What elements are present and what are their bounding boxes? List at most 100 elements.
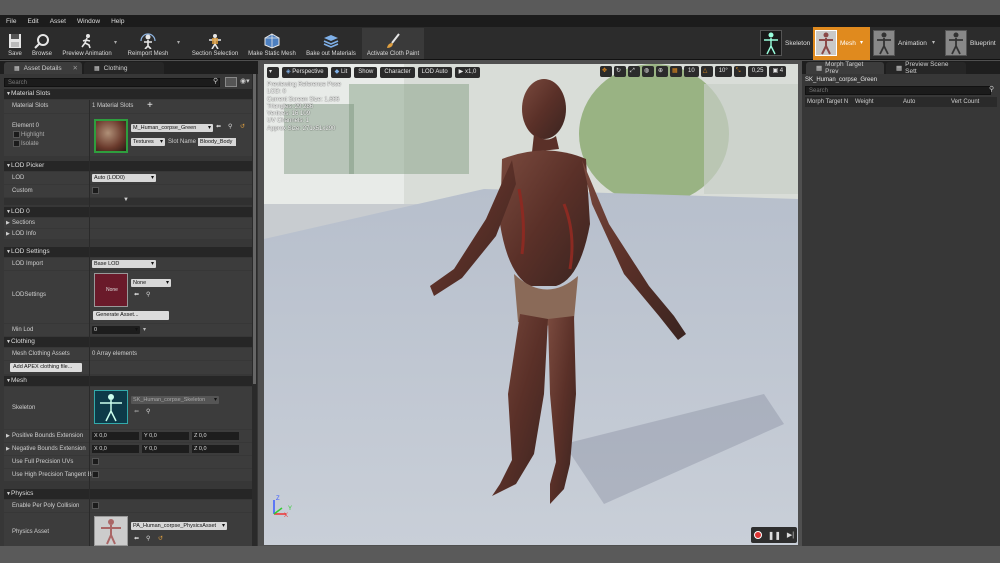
expand-arrow-icon[interactable]: ▶ [6, 433, 10, 439]
physics-asset-combo[interactable]: PA_Human_corpse_PhysicsAsset [131, 522, 227, 530]
animation-mode-dropdown-icon[interactable]: ▾ [932, 39, 935, 46]
advanced-expander[interactable]: ▼ [4, 197, 252, 205]
tab-clothing[interactable]: ▦ Clothing [84, 62, 164, 74]
rotation-snap-value[interactable]: 10° [714, 66, 732, 77]
record-icon[interactable] [753, 531, 762, 539]
lod-combo[interactable]: Auto (LOD0) [92, 174, 156, 182]
mesh-mode-button[interactable]: Mesh ▾ [813, 27, 870, 60]
character-button[interactable]: Character [380, 66, 415, 78]
textures-combo[interactable]: Textures [131, 138, 165, 146]
min-lod-input[interactable]: 0 [92, 326, 140, 334]
lod-settings-thumbnail[interactable]: None [94, 273, 128, 307]
tab-preview-scene-settings[interactable]: ▦ Preview Scene Sett [886, 61, 966, 75]
preview-viewport[interactable]: X Y Z ▾ ◈ Perspective ◆ Lit Show Charact… [264, 64, 798, 545]
reset-arrow-icon[interactable]: ↺ [240, 123, 245, 130]
menu-window[interactable]: Window [77, 18, 100, 25]
grid-snap-value[interactable]: 10 [684, 66, 699, 77]
rotation-snap-icon[interactable]: △ [700, 66, 713, 77]
custom-checkbox[interactable] [92, 187, 99, 194]
scrollbar-thumb[interactable] [253, 74, 256, 384]
tab-asset-details[interactable]: ▦ Asset Details ✕ [4, 62, 82, 74]
browse-button[interactable]: Browse [30, 28, 54, 59]
use-selected-arrow-icon[interactable]: ⬅ [134, 535, 139, 542]
property-matrix-button[interactable] [225, 77, 237, 87]
show-button[interactable]: Show [354, 66, 378, 78]
highlight-checkbox[interactable] [13, 131, 20, 138]
make-static-mesh-button[interactable]: Make Static Mesh [245, 28, 299, 59]
lod-auto-button[interactable]: LOD Auto [417, 66, 452, 78]
section-physics[interactable]: ▼ Physics [4, 489, 252, 499]
morph-search-input[interactable]: Search [805, 86, 991, 95]
reimport-dropdown-icon[interactable]: ▾ [177, 39, 180, 46]
section-material-slots[interactable]: ▼ Material Slots [4, 89, 252, 99]
menu-asset[interactable]: Asset [50, 18, 66, 25]
positive-bounds-y-input[interactable]: Y 0,0 [142, 432, 189, 440]
activate-cloth-paint-button[interactable]: Activate Cloth Paint [362, 28, 424, 59]
surface-snap-icon[interactable]: ⊕ [656, 66, 668, 77]
lod-import-combo[interactable]: Base LOD [92, 260, 156, 268]
camera-speed-button[interactable]: ▣ 4 [769, 66, 787, 77]
section-selection-button[interactable]: Section Selection [190, 28, 240, 59]
scale-snap-icon[interactable]: ⤡ [733, 66, 746, 77]
animation-mode-button[interactable]: Animation ▾ [870, 27, 942, 60]
negative-bounds-z-input[interactable]: Z 0,0 [192, 445, 239, 453]
positive-bounds-x-input[interactable]: X 0,0 [92, 432, 139, 440]
browse-asset-icon[interactable]: ⚲ [146, 408, 150, 415]
grid-snap-icon[interactable]: ▦ [670, 66, 682, 77]
perspective-button[interactable]: ◈ Perspective [282, 66, 328, 78]
rotate-icon[interactable]: ↻ [614, 66, 626, 77]
menu-help[interactable]: Help [111, 18, 124, 25]
section-mesh[interactable]: ▼ Mesh [4, 376, 252, 386]
browse-asset-icon[interactable]: ⚲ [228, 123, 232, 130]
close-tab-icon[interactable]: ✕ [73, 64, 78, 72]
eye-visibility-icon[interactable]: ◉▾ [240, 77, 250, 85]
scale-icon[interactable]: ⤢ [628, 66, 640, 77]
generate-asset-button[interactable]: Generate Asset... [93, 311, 169, 320]
min-lod-dropdown-icon[interactable]: ▾ [143, 326, 146, 333]
mesh-mode-dropdown-icon[interactable]: ▾ [860, 39, 863, 46]
sections-row[interactable]: ▶ Sections [4, 218, 252, 228]
material-combo[interactable]: M_Human_corpse_Green [131, 124, 213, 132]
browse-asset-icon[interactable]: ⚲ [146, 535, 150, 542]
blueprint-mode-button[interactable]: Blueprint [942, 27, 1000, 60]
menu-file[interactable]: File [6, 18, 16, 25]
physics-asset-thumbnail[interactable] [94, 516, 128, 546]
reset-arrow-icon[interactable]: ↺ [158, 535, 163, 542]
scale-snap-value[interactable]: 0,25 [747, 66, 768, 77]
playback-speed-button[interactable]: ▶ x1,0 [454, 66, 481, 78]
expand-arrow-icon[interactable]: ▶ [6, 446, 10, 452]
viewport-options-dropdown[interactable]: ▾ [267, 66, 279, 78]
translate-icon[interactable]: ✥ [600, 66, 612, 77]
section-lod-picker[interactable]: ▼ LOD Picker [4, 161, 252, 171]
use-selected-arrow-icon[interactable]: ⬅ [134, 291, 139, 298]
details-scrollbar[interactable] [252, 74, 257, 546]
preview-animation-dropdown-icon[interactable]: ▾ [114, 39, 117, 46]
use-selected-arrow-icon[interactable]: ⬅ [216, 123, 221, 130]
tab-morph-target-preview[interactable]: ▦ Morph Target Prev [806, 61, 884, 75]
lod-info-row[interactable]: ▶ LOD Info [4, 229, 252, 239]
section-clothing[interactable]: ▼ Clothing [4, 337, 252, 347]
section-lod-settings[interactable]: ▼ LOD Settings [4, 247, 252, 257]
lit-button[interactable]: ◆ Lit [330, 66, 352, 78]
details-search-input[interactable]: Search [4, 78, 220, 87]
material-thumbnail[interactable] [94, 119, 128, 153]
section-lod0[interactable]: ▼ LOD 0 [4, 207, 252, 217]
browse-asset-icon[interactable]: ⚲ [146, 291, 150, 298]
preview-animation-button[interactable]: Preview Animation [58, 28, 116, 59]
save-button[interactable]: Save [4, 28, 26, 59]
lod-settings-combo[interactable]: None [131, 279, 171, 287]
reimport-mesh-button[interactable]: Reimport Mesh [124, 28, 172, 59]
menu-edit[interactable]: Edit [27, 18, 38, 25]
enable-per-poly-checkbox[interactable] [92, 502, 99, 509]
isolate-checkbox[interactable] [13, 140, 20, 147]
add-apex-clothing-button[interactable]: Add APEX clothing file... [10, 363, 82, 372]
skeleton-mode-button[interactable]: Skeleton [757, 27, 813, 60]
next-frame-icon[interactable]: ▶| [787, 531, 794, 539]
slot-name-input[interactable]: Bloody_Body [198, 138, 236, 146]
bake-out-materials-button[interactable]: Bake out Materials [302, 28, 360, 59]
skeleton-thumbnail[interactable] [94, 390, 128, 424]
positive-bounds-z-input[interactable]: Z 0,0 [192, 432, 239, 440]
negative-bounds-y-input[interactable]: Y 0,0 [142, 445, 189, 453]
world-space-icon[interactable]: ◍ [642, 66, 654, 77]
pause-icon[interactable]: ❚❚ [768, 531, 781, 540]
